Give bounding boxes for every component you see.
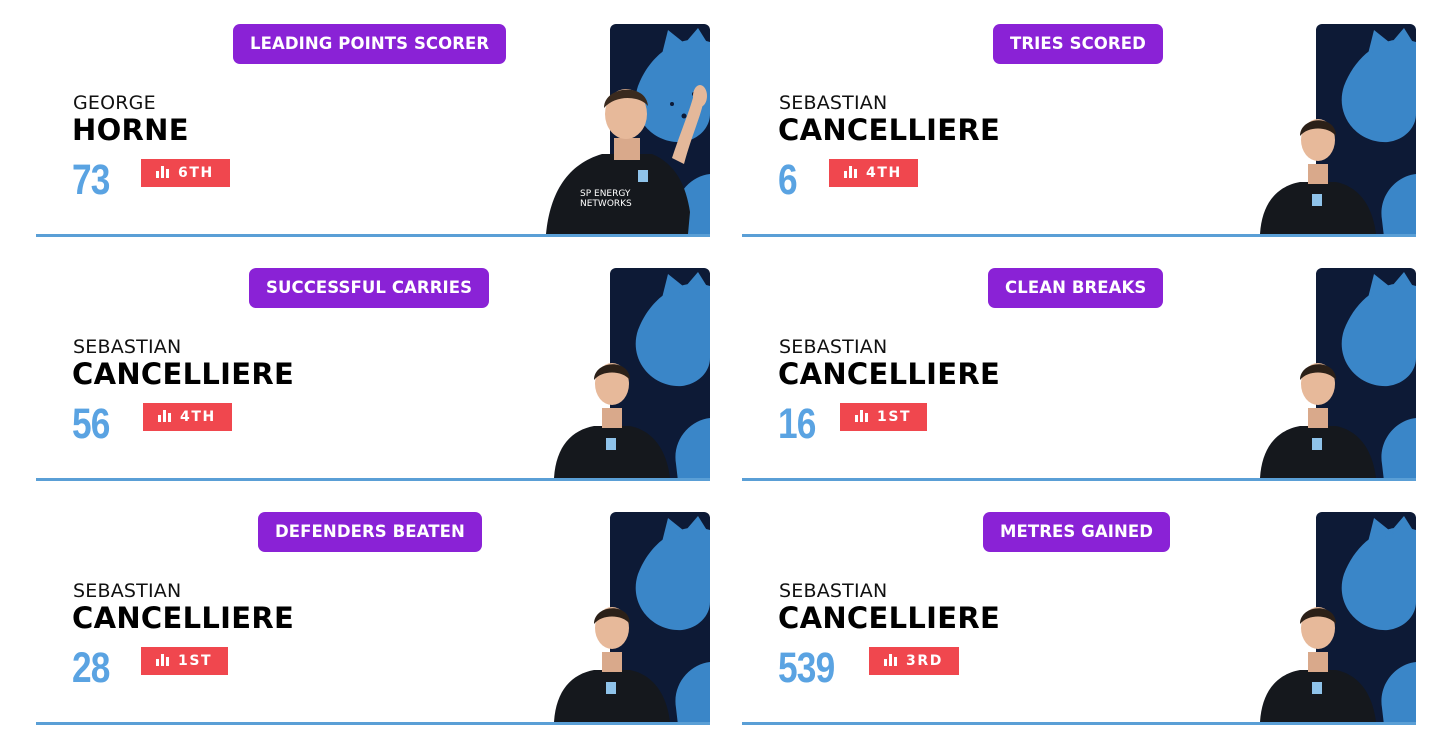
stat-card-leading-points-scorer: LEADING POINTS SCORER GEORGE HORNE 73 6T… xyxy=(36,24,710,237)
player-first-name: SEBASTIAN xyxy=(779,92,888,114)
player-first-name: GEORGE xyxy=(73,92,156,114)
player-last-name: HORNE xyxy=(72,113,189,147)
stat-value: 56 xyxy=(72,400,110,448)
player-photo xyxy=(554,363,670,478)
stat-card-clean-breaks: CLEAN BREAKS SEBASTIAN CANCELLIERE 16 1S… xyxy=(742,268,1416,481)
rank-badge: 6TH xyxy=(141,159,230,187)
player-last-name: CANCELLIERE xyxy=(778,601,1001,635)
stat-value: 16 xyxy=(778,400,816,448)
category-badge: TRIES SCORED xyxy=(993,24,1163,64)
category-badge: CLEAN BREAKS xyxy=(988,268,1164,308)
bar-chart-icon xyxy=(156,654,171,666)
player-photo xyxy=(1260,363,1376,478)
sponsor-line-1: SP ENERGY xyxy=(580,189,631,199)
player-last-name: CANCELLIERE xyxy=(72,601,295,635)
stat-card-tries-scored: TRIES SCORED SEBASTIAN CANCELLIERE 6 4TH xyxy=(742,24,1416,237)
stat-card-metres-gained: METRES GAINED SEBASTIAN CANCELLIERE 539 … xyxy=(742,512,1416,725)
player-photo: SP ENERGY NETWORKS xyxy=(546,85,707,234)
player-first-name: SEBASTIAN xyxy=(779,336,888,358)
rank-text: 1ST xyxy=(877,409,912,425)
player-last-name: CANCELLIERE xyxy=(778,113,1001,147)
stat-value: 28 xyxy=(72,644,110,692)
category-badge: DEFENDERS BEATEN xyxy=(258,512,482,552)
stat-value: 73 xyxy=(72,156,110,204)
bar-chart-icon xyxy=(156,166,171,178)
player-photo xyxy=(554,607,670,722)
stat-card-successful-carries: SUCCESSFUL CARRIES SEBASTIAN CANCELLIERE… xyxy=(36,268,710,481)
rank-text: 6TH xyxy=(178,165,214,181)
stat-value: 6 xyxy=(778,156,798,204)
bar-chart-icon xyxy=(158,410,173,422)
player-photo xyxy=(1260,119,1376,234)
bar-chart-icon xyxy=(884,654,899,666)
rank-text: 4TH xyxy=(180,409,216,425)
rank-badge: 4TH xyxy=(829,159,918,187)
rank-text: 3RD xyxy=(906,653,943,669)
category-badge: LEADING POINTS SCORER xyxy=(233,24,507,64)
category-badge: SUCCESSFUL CARRIES xyxy=(249,268,490,308)
stat-value: 539 xyxy=(778,644,835,692)
rank-text: 1ST xyxy=(178,653,213,669)
rank-badge: 1ST xyxy=(141,647,229,675)
rank-badge: 3RD xyxy=(869,647,959,675)
category-badge: METRES GAINED xyxy=(983,512,1171,552)
player-photo xyxy=(1260,607,1376,722)
player-last-name: CANCELLIERE xyxy=(72,357,295,391)
bar-chart-icon xyxy=(855,410,870,422)
player-first-name: SEBASTIAN xyxy=(779,580,888,602)
rank-badge: 4TH xyxy=(143,403,232,431)
stat-card-defenders-beaten: DEFENDERS BEATEN SEBASTIAN CANCELLIERE 2… xyxy=(36,512,710,725)
rank-badge: 1ST xyxy=(840,403,928,431)
bar-chart-icon xyxy=(844,166,859,178)
rank-text: 4TH xyxy=(866,165,902,181)
player-first-name: SEBASTIAN xyxy=(73,336,182,358)
sponsor-line-2: NETWORKS xyxy=(580,199,632,209)
player-first-name: SEBASTIAN xyxy=(73,580,182,602)
player-last-name: CANCELLIERE xyxy=(778,357,1001,391)
